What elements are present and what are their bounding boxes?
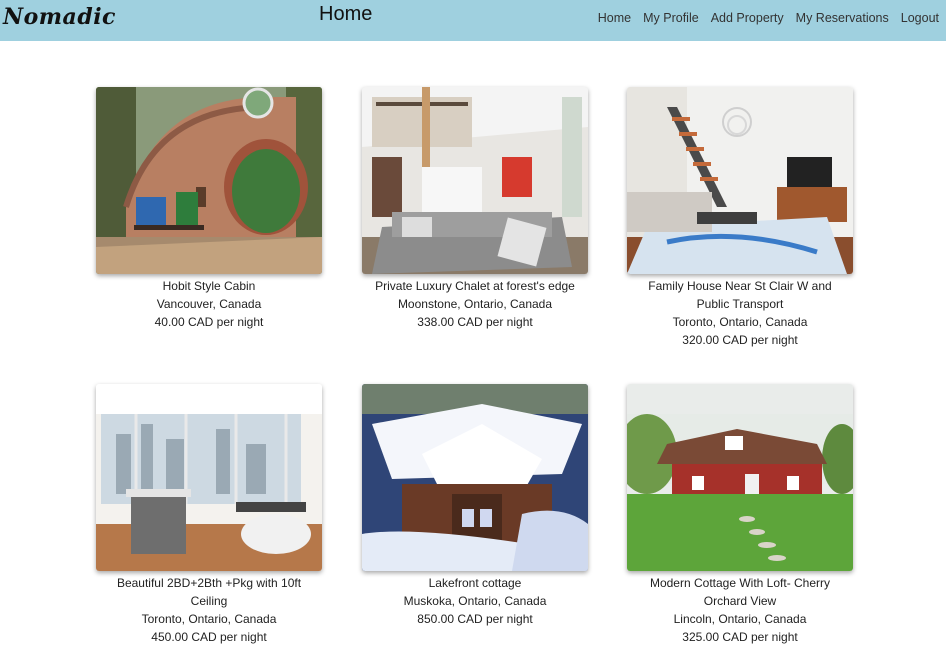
listing-location: Lincoln, Ontario, Canada	[673, 612, 807, 626]
listing-title[interactable]: Beautiful 2BD+2Bth +Pkg with 10ft Ceilin…	[96, 574, 322, 610]
listing-location: Toronto, Ontario, Canada	[141, 612, 277, 626]
listing-price: 40.00 CAD per night	[154, 315, 264, 329]
listing-title[interactable]: Family House Near St Clair W and Public …	[627, 277, 853, 313]
listing-title[interactable]: Lakefront cottage	[362, 574, 588, 592]
listing-card[interactable]: Modern Cottage With Loft- Cherry Orchard…	[627, 384, 853, 646]
nav-home[interactable]: Home	[598, 11, 631, 25]
listing-price: 850.00 CAD per night	[417, 612, 533, 626]
listing-title[interactable]: Private Luxury Chalet at forest's edge	[362, 277, 588, 295]
listing-location: Vancouver, Canada	[156, 297, 262, 311]
listing-location: Moonstone, Ontario, Canada	[397, 297, 553, 311]
red-barn-cottage-photo[interactable]	[627, 384, 853, 571]
nav-add-property[interactable]: Add Property	[711, 11, 784, 25]
nav-links: Home My Profile Add Property My Reservat…	[598, 11, 939, 25]
listing-price: 325.00 CAD per night	[682, 630, 798, 644]
listing-title[interactable]: Modern Cottage With Loft- Cherry Orchard…	[627, 574, 853, 610]
chalet-interior-photo[interactable]	[362, 87, 588, 274]
nav-logout[interactable]: Logout	[901, 11, 939, 25]
hobbit-cabin-photo[interactable]	[96, 87, 322, 274]
listing-title[interactable]: Hobit Style Cabin	[96, 277, 322, 295]
listing-price: 338.00 CAD per night	[417, 315, 533, 329]
listing-card[interactable]: Hobit Style Cabin Vancouver, Canada 40.0…	[96, 87, 322, 331]
page-title: Home	[319, 3, 373, 25]
condo-interior-photo[interactable]	[96, 384, 322, 571]
listing-location: Toronto, Ontario, Canada	[672, 315, 808, 329]
listing-location: Muskoka, Ontario, Canada	[403, 594, 547, 608]
listing-card[interactable]: Private Luxury Chalet at forest's edge M…	[362, 87, 588, 331]
nav-my-profile[interactable]: My Profile	[643, 11, 699, 25]
nav-my-reservations[interactable]: My Reservations	[796, 11, 889, 25]
listing-card[interactable]: Family House Near St Clair W and Public …	[627, 87, 853, 349]
snowy-cottage-photo[interactable]	[362, 384, 588, 571]
navbar: Nomadic Home Home My Profile Add Propert…	[0, 0, 946, 41]
listing-price: 450.00 CAD per night	[151, 630, 267, 644]
listing-card[interactable]: Beautiful 2BD+2Bth +Pkg with 10ft Ceilin…	[96, 384, 322, 646]
listing-price: 320.00 CAD per night	[682, 333, 798, 347]
listing-card[interactable]: Lakefront cottage Muskoka, Ontario, Cana…	[362, 384, 588, 628]
family-house-interior-photo[interactable]	[627, 87, 853, 274]
brand-logo[interactable]: Nomadic	[3, 4, 116, 30]
